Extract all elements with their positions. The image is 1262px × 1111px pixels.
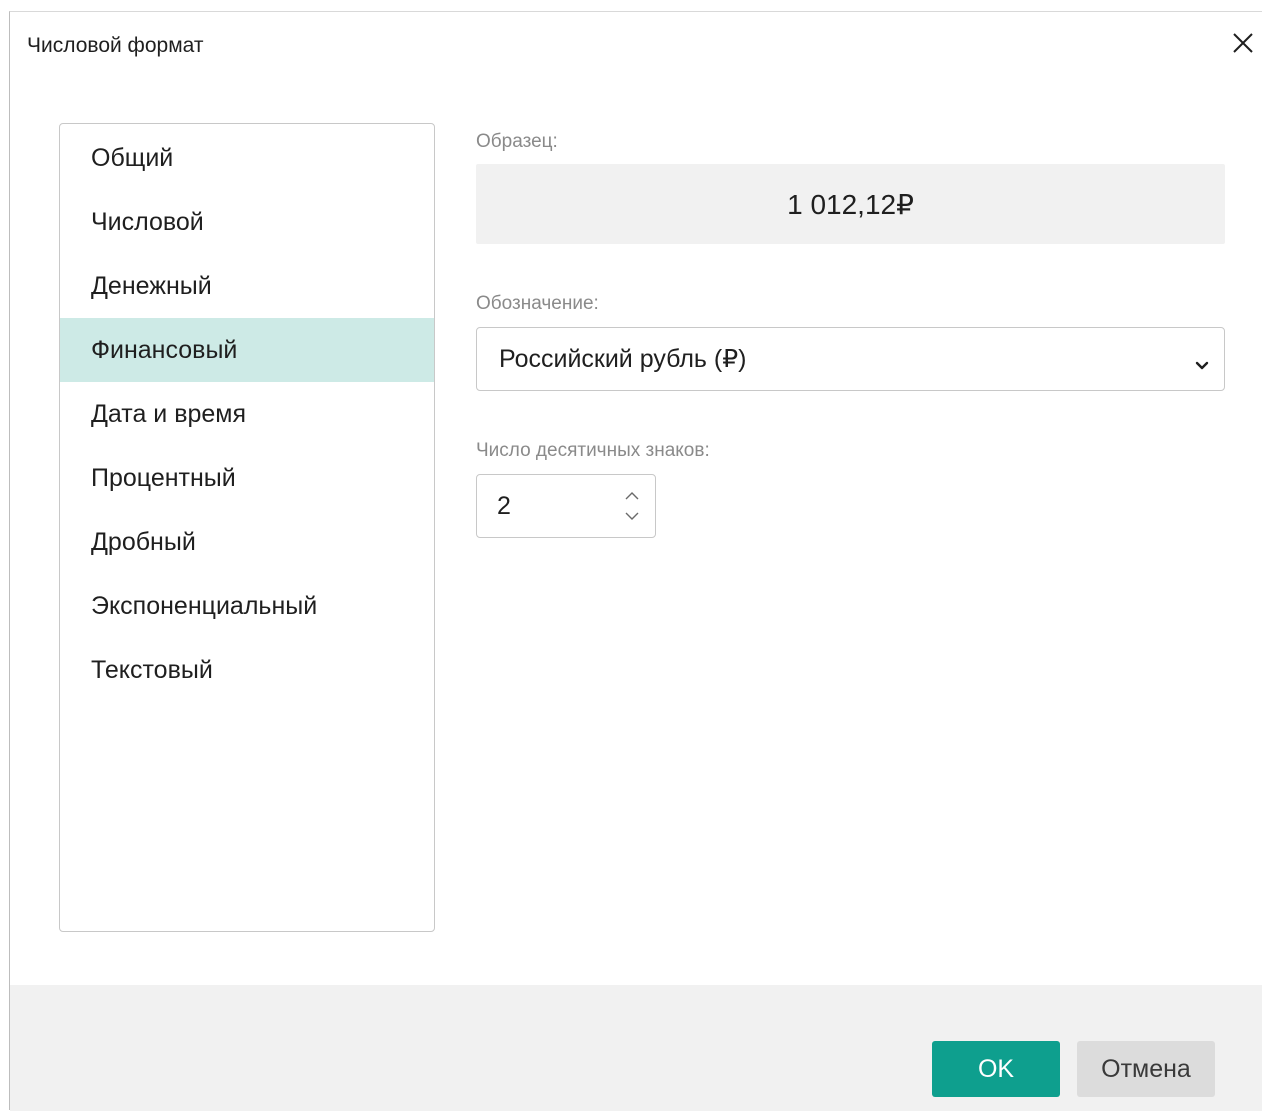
dialog-title: Числовой формат: [27, 34, 204, 57]
symbol-select-value: Российский рубль (₽): [499, 345, 747, 373]
close-button[interactable]: [1231, 31, 1255, 55]
close-icon: [1231, 31, 1255, 55]
category-item-text[interactable]: Текстовый: [60, 638, 434, 702]
cancel-button[interactable]: Отмена: [1077, 1041, 1215, 1097]
chevron-up-icon[interactable]: [621, 485, 643, 507]
category-item-fraction[interactable]: Дробный: [60, 510, 434, 574]
decimals-label: Число десятичных знаков:: [476, 440, 710, 461]
sample-label: Образец:: [476, 131, 558, 152]
number-format-dialog: Числовой формат Общий Числовой Денежный …: [9, 11, 1262, 1111]
chevron-down-icon: [1194, 351, 1210, 370]
sample-preview: 1 012,12₽: [476, 164, 1225, 244]
decimals-input[interactable]: [497, 475, 607, 537]
decimals-stepper: [476, 474, 656, 538]
symbol-label: Обозначение:: [476, 293, 599, 314]
category-list: Общий Числовой Денежный Финансовый Дата …: [59, 123, 435, 932]
chevron-down-icon[interactable]: [621, 505, 643, 527]
ok-button[interactable]: OK: [932, 1041, 1060, 1097]
category-item-scientific[interactable]: Экспоненциальный: [60, 574, 434, 638]
category-item-accounting[interactable]: Финансовый: [60, 318, 434, 382]
dialog-footer: OK Отмена: [10, 985, 1262, 1111]
category-item-number[interactable]: Числовой: [60, 190, 434, 254]
category-item-percentage[interactable]: Процентный: [60, 446, 434, 510]
category-item-date-time[interactable]: Дата и время: [60, 382, 434, 446]
sample-value: 1 012,12₽: [787, 188, 914, 220]
category-item-general[interactable]: Общий: [60, 126, 434, 190]
category-item-currency[interactable]: Денежный: [60, 254, 434, 318]
symbol-select[interactable]: Российский рубль (₽): [476, 327, 1225, 391]
